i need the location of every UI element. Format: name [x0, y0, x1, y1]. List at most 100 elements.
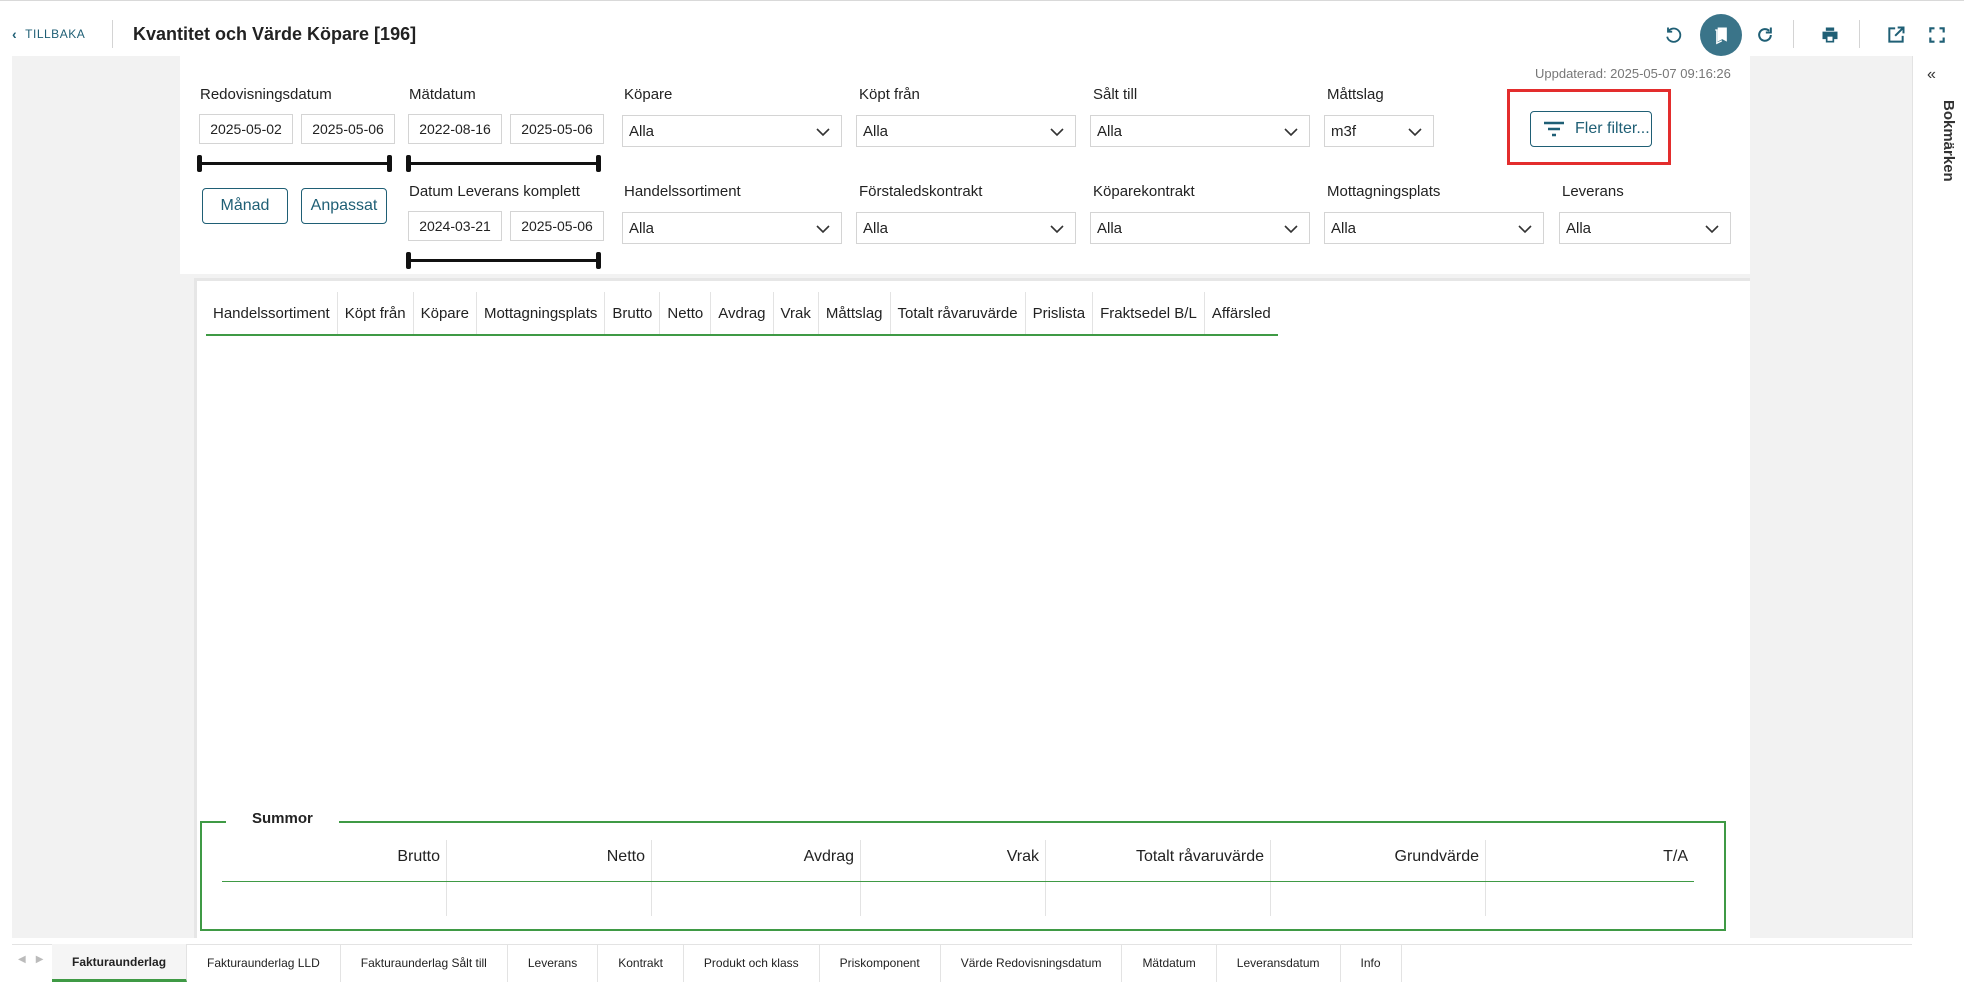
matdatum-label: Mätdatum	[409, 86, 476, 103]
summary-column: T/A	[1486, 840, 1694, 916]
summary-column-label: Grundvärde	[1394, 848, 1480, 865]
matdatum-slider[interactable]	[406, 155, 601, 172]
forstaledskontrakt-value: Alla	[863, 220, 889, 237]
column-header[interactable]: Totalt råvaruvärde	[891, 292, 1026, 334]
external-link-button[interactable]	[1881, 20, 1911, 50]
anpassat-button[interactable]: Anpassat	[301, 188, 387, 224]
leverans-select[interactable]: Alla	[1559, 212, 1731, 244]
more-filters-label: Fler filter...	[1575, 120, 1650, 137]
summary-legend: Summor	[226, 810, 339, 827]
summary-column-label: Vrak	[1006, 848, 1039, 865]
tab-leverans[interactable]: Leverans	[508, 944, 599, 982]
fullscreen-icon	[1929, 27, 1945, 43]
salt-till-label: Sålt till	[1093, 86, 1138, 103]
column-header[interactable]: Avdrag	[711, 292, 774, 334]
manad-button[interactable]: Månad	[202, 188, 288, 224]
column-header[interactable]: Netto	[660, 292, 712, 334]
mottagningsplats-value: Alla	[1331, 220, 1357, 237]
salt-till-select[interactable]: Alla	[1090, 115, 1310, 147]
leverans-komplett-slider[interactable]	[406, 252, 601, 269]
external-link-icon	[1888, 26, 1905, 43]
sheet-tabs: Fakturaunderlag Fakturaunderlag LLD Fakt…	[52, 944, 1402, 982]
chevron-down-icon	[816, 225, 830, 234]
updated-timestamp: Uppdaterad: 2025-05-07 09:16:26	[1535, 66, 1731, 81]
chevron-down-icon	[1705, 225, 1719, 234]
tab-matdatum[interactable]: Mätdatum	[1122, 944, 1217, 982]
handelssortiment-label: Handelssortiment	[624, 183, 741, 200]
mattslag-label: Måttslag	[1327, 86, 1384, 103]
mottagningsplats-select[interactable]: Alla	[1324, 212, 1544, 244]
redovisningsdatum-from[interactable]: 2025-05-02	[199, 114, 293, 144]
more-filters-button[interactable]: Fler filter...	[1530, 111, 1652, 147]
back-button[interactable]: ‹ TILLBAKA	[12, 26, 85, 42]
koparekontrakt-value: Alla	[1097, 220, 1123, 237]
tab-next-icon[interactable]: ▶	[36, 954, 44, 965]
handelssortiment-value: Alla	[629, 220, 655, 237]
handelssortiment-select[interactable]: Alla	[622, 212, 842, 244]
tab-varde-redovisningsdatum[interactable]: Värde Redovisningsdatum	[941, 944, 1123, 982]
column-header[interactable]: Brutto	[605, 292, 661, 334]
summary-divider	[222, 881, 1694, 882]
kopt-fran-select[interactable]: Alla	[856, 115, 1076, 147]
column-header[interactable]: Köpt från	[338, 292, 414, 334]
collapse-icon[interactable]: «	[1927, 66, 1936, 84]
tab-fakturaunderlag-lld[interactable]: Fakturaunderlag LLD	[187, 944, 341, 982]
redovisningsdatum-to[interactable]: 2025-05-06	[301, 114, 395, 144]
summary-column: Vrak	[861, 840, 1046, 916]
leverans-komplett-from[interactable]: 2024-03-21	[408, 211, 502, 241]
tab-info[interactable]: Info	[1341, 944, 1402, 982]
summary-column-label: Netto	[606, 848, 645, 865]
column-header[interactable]: Mottagningsplats	[477, 292, 606, 334]
bookmarks-label[interactable]: Bokmärken	[1940, 100, 1957, 182]
summary-column: Grundvärde	[1271, 840, 1486, 916]
column-header[interactable]: Köpare	[414, 292, 477, 334]
reload-icon	[1758, 27, 1772, 42]
print-button[interactable]	[1815, 20, 1845, 50]
page-title: Kvantitet och Värde Köpare [196]	[133, 24, 417, 44]
chevron-down-icon	[1284, 225, 1298, 234]
tab-leveransdatum[interactable]: Leveransdatum	[1217, 944, 1341, 982]
summary-column-label: Totalt råvaruvärde	[1135, 848, 1264, 865]
mattslag-select[interactable]: m3f	[1324, 115, 1434, 147]
column-header[interactable]: Affärsled	[1205, 292, 1278, 334]
tab-produkt-och-klass[interactable]: Produkt och klass	[684, 944, 820, 982]
back-label: TILLBAKA	[25, 27, 86, 41]
leverans-komplett-to[interactable]: 2025-05-06	[510, 211, 604, 241]
column-header[interactable]: Prislista	[1026, 292, 1094, 334]
fullscreen-button[interactable]	[1922, 20, 1952, 50]
kopare-value: Alla	[629, 123, 655, 140]
redovisningsdatum-slider[interactable]	[197, 155, 392, 172]
column-header[interactable]: Fraktsedel B/L	[1093, 292, 1205, 334]
app-header: ‹ TILLBAKA Kvantitet och Värde Köpare [1…	[0, 4, 1964, 56]
reset-button[interactable]	[1658, 20, 1688, 50]
column-header[interactable]: Handelssortiment	[206, 292, 338, 334]
summary-column: Netto	[447, 840, 652, 916]
tab-fakturaunderlag-salt-till[interactable]: Fakturaunderlag Sålt till	[341, 944, 508, 982]
bookmark-icon	[1715, 27, 1727, 45]
matdatum-from[interactable]: 2022-08-16	[408, 114, 502, 144]
kopare-select[interactable]: Alla	[622, 115, 842, 147]
tab-fakturaunderlag[interactable]: Fakturaunderlag	[52, 944, 188, 982]
matdatum-to[interactable]: 2025-05-06	[510, 114, 604, 144]
tab-priskomponent[interactable]: Priskomponent	[820, 944, 941, 982]
chevron-down-icon	[1284, 128, 1298, 137]
leverans-label: Leverans	[1562, 183, 1624, 200]
chevron-down-icon	[1408, 128, 1422, 137]
tab-prev-icon[interactable]: ◀	[18, 954, 26, 965]
mottagningsplats-label: Mottagningsplats	[1327, 183, 1441, 200]
chevron-down-icon	[1518, 225, 1532, 234]
bookmark-button[interactable]	[1700, 14, 1742, 56]
tab-kontrakt[interactable]: Kontrakt	[598, 944, 684, 982]
forstaledskontrakt-select[interactable]: Alla	[856, 212, 1076, 244]
table-header: Handelssortiment Köpt från Köpare Mottag…	[206, 292, 1278, 336]
kopt-fran-label: Köpt från	[859, 86, 920, 103]
koparekontrakt-select[interactable]: Alla	[1090, 212, 1310, 244]
filter-icon	[1544, 121, 1564, 137]
chevron-left-icon: ‹	[12, 26, 18, 42]
column-header[interactable]: Vrak	[774, 292, 819, 334]
chevron-down-icon	[816, 128, 830, 137]
forstaledskontrakt-label: Förstaledskontrakt	[859, 183, 983, 200]
column-header[interactable]: Måttslag	[819, 292, 891, 334]
reload-button[interactable]	[1750, 20, 1780, 50]
bookmarks-panel	[1912, 56, 1964, 938]
